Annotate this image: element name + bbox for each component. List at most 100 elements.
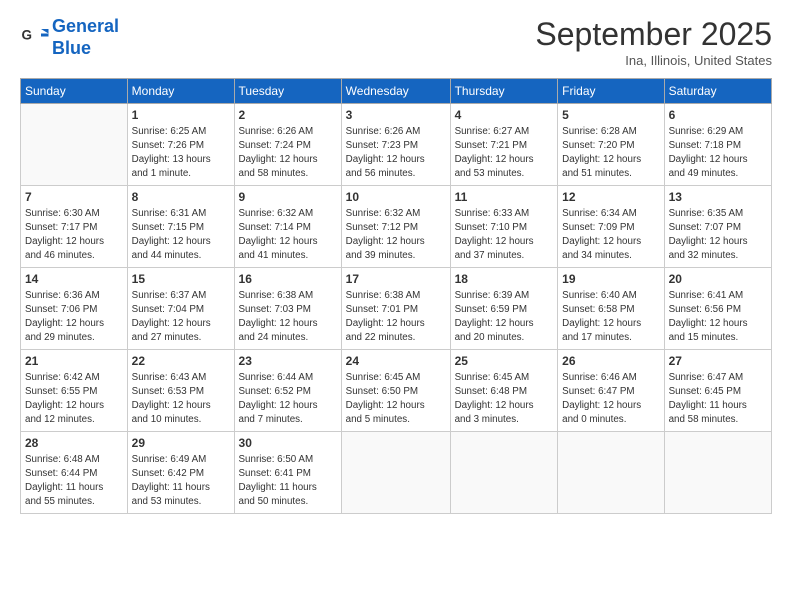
- day-info: Sunrise: 6:26 AM Sunset: 7:24 PM Dayligh…: [239, 125, 337, 182]
- calendar-cell: 30Sunrise: 6:50 AM Sunset: 6:41 PM Dayli…: [234, 432, 341, 514]
- svg-text:G: G: [22, 27, 33, 42]
- day-number: 8: [132, 189, 230, 206]
- day-info: Sunrise: 6:35 AM Sunset: 7:07 PM Dayligh…: [669, 207, 767, 264]
- month-title: September 2025: [535, 16, 772, 53]
- day-info: Sunrise: 6:33 AM Sunset: 7:10 PM Dayligh…: [455, 207, 554, 264]
- calendar-header-row: SundayMondayTuesdayWednesdayThursdayFrid…: [21, 79, 772, 104]
- day-info: Sunrise: 6:38 AM Sunset: 7:01 PM Dayligh…: [346, 289, 446, 346]
- calendar-cell: [664, 432, 771, 514]
- day-number: 17: [346, 271, 446, 288]
- day-info: Sunrise: 6:40 AM Sunset: 6:58 PM Dayligh…: [562, 289, 659, 346]
- day-info: Sunrise: 6:47 AM Sunset: 6:45 PM Dayligh…: [669, 371, 767, 428]
- calendar-week-1: 7Sunrise: 6:30 AM Sunset: 7:17 PM Daylig…: [21, 186, 772, 268]
- day-number: 9: [239, 189, 337, 206]
- day-number: 20: [669, 271, 767, 288]
- calendar-cell: 19Sunrise: 6:40 AM Sunset: 6:58 PM Dayli…: [558, 268, 664, 350]
- header: G General Blue September 2025 Ina, Illin…: [20, 16, 772, 68]
- calendar-cell: 3Sunrise: 6:26 AM Sunset: 7:23 PM Daylig…: [341, 104, 450, 186]
- day-info: Sunrise: 6:48 AM Sunset: 6:44 PM Dayligh…: [25, 453, 123, 510]
- page: G General Blue September 2025 Ina, Illin…: [0, 0, 792, 612]
- calendar-week-4: 28Sunrise: 6:48 AM Sunset: 6:44 PM Dayli…: [21, 432, 772, 514]
- day-info: Sunrise: 6:28 AM Sunset: 7:20 PM Dayligh…: [562, 125, 659, 182]
- day-info: Sunrise: 6:32 AM Sunset: 7:12 PM Dayligh…: [346, 207, 446, 264]
- calendar-header-monday: Monday: [127, 79, 234, 104]
- day-number: 11: [455, 189, 554, 206]
- day-number: 23: [239, 353, 337, 370]
- day-info: Sunrise: 6:46 AM Sunset: 6:47 PM Dayligh…: [562, 371, 659, 428]
- day-info: Sunrise: 6:27 AM Sunset: 7:21 PM Dayligh…: [455, 125, 554, 182]
- calendar-week-2: 14Sunrise: 6:36 AM Sunset: 7:06 PM Dayli…: [21, 268, 772, 350]
- day-info: Sunrise: 6:39 AM Sunset: 6:59 PM Dayligh…: [455, 289, 554, 346]
- day-info: Sunrise: 6:37 AM Sunset: 7:04 PM Dayligh…: [132, 289, 230, 346]
- calendar-cell: 23Sunrise: 6:44 AM Sunset: 6:52 PM Dayli…: [234, 350, 341, 432]
- calendar-header-thursday: Thursday: [450, 79, 558, 104]
- day-number: 18: [455, 271, 554, 288]
- day-number: 21: [25, 353, 123, 370]
- day-info: Sunrise: 6:30 AM Sunset: 7:17 PM Dayligh…: [25, 207, 123, 264]
- day-number: 2: [239, 107, 337, 124]
- calendar-header-friday: Friday: [558, 79, 664, 104]
- calendar-header-saturday: Saturday: [664, 79, 771, 104]
- day-info: Sunrise: 6:34 AM Sunset: 7:09 PM Dayligh…: [562, 207, 659, 264]
- day-info: Sunrise: 6:25 AM Sunset: 7:26 PM Dayligh…: [132, 125, 230, 182]
- day-info: Sunrise: 6:26 AM Sunset: 7:23 PM Dayligh…: [346, 125, 446, 182]
- day-info: Sunrise: 6:45 AM Sunset: 6:48 PM Dayligh…: [455, 371, 554, 428]
- calendar-cell: 25Sunrise: 6:45 AM Sunset: 6:48 PM Dayli…: [450, 350, 558, 432]
- calendar-cell: 2Sunrise: 6:26 AM Sunset: 7:24 PM Daylig…: [234, 104, 341, 186]
- logo: G General Blue: [20, 16, 119, 59]
- day-number: 29: [132, 435, 230, 452]
- calendar-cell: 16Sunrise: 6:38 AM Sunset: 7:03 PM Dayli…: [234, 268, 341, 350]
- day-info: Sunrise: 6:32 AM Sunset: 7:14 PM Dayligh…: [239, 207, 337, 264]
- calendar-cell: 9Sunrise: 6:32 AM Sunset: 7:14 PM Daylig…: [234, 186, 341, 268]
- calendar-cell: 27Sunrise: 6:47 AM Sunset: 6:45 PM Dayli…: [664, 350, 771, 432]
- calendar-cell: 15Sunrise: 6:37 AM Sunset: 7:04 PM Dayli…: [127, 268, 234, 350]
- calendar-cell: [341, 432, 450, 514]
- calendar-cell: 6Sunrise: 6:29 AM Sunset: 7:18 PM Daylig…: [664, 104, 771, 186]
- calendar-header-tuesday: Tuesday: [234, 79, 341, 104]
- day-info: Sunrise: 6:44 AM Sunset: 6:52 PM Dayligh…: [239, 371, 337, 428]
- calendar-cell: 1Sunrise: 6:25 AM Sunset: 7:26 PM Daylig…: [127, 104, 234, 186]
- day-number: 4: [455, 107, 554, 124]
- calendar-week-3: 21Sunrise: 6:42 AM Sunset: 6:55 PM Dayli…: [21, 350, 772, 432]
- calendar-cell: 7Sunrise: 6:30 AM Sunset: 7:17 PM Daylig…: [21, 186, 128, 268]
- day-number: 15: [132, 271, 230, 288]
- day-number: 28: [25, 435, 123, 452]
- logo-general: General: [52, 16, 119, 36]
- day-number: 16: [239, 271, 337, 288]
- calendar-header-sunday: Sunday: [21, 79, 128, 104]
- day-info: Sunrise: 6:45 AM Sunset: 6:50 PM Dayligh…: [346, 371, 446, 428]
- day-number: 13: [669, 189, 767, 206]
- day-number: 30: [239, 435, 337, 452]
- day-info: Sunrise: 6:41 AM Sunset: 6:56 PM Dayligh…: [669, 289, 767, 346]
- calendar-week-0: 1Sunrise: 6:25 AM Sunset: 7:26 PM Daylig…: [21, 104, 772, 186]
- calendar-cell: [450, 432, 558, 514]
- calendar-cell: [21, 104, 128, 186]
- day-number: 24: [346, 353, 446, 370]
- day-number: 7: [25, 189, 123, 206]
- day-number: 1: [132, 107, 230, 124]
- calendar-cell: 13Sunrise: 6:35 AM Sunset: 7:07 PM Dayli…: [664, 186, 771, 268]
- day-info: Sunrise: 6:36 AM Sunset: 7:06 PM Dayligh…: [25, 289, 123, 346]
- calendar-cell: 22Sunrise: 6:43 AM Sunset: 6:53 PM Dayli…: [127, 350, 234, 432]
- calendar-table: SundayMondayTuesdayWednesdayThursdayFrid…: [20, 78, 772, 514]
- day-number: 27: [669, 353, 767, 370]
- calendar-cell: 29Sunrise: 6:49 AM Sunset: 6:42 PM Dayli…: [127, 432, 234, 514]
- day-info: Sunrise: 6:29 AM Sunset: 7:18 PM Dayligh…: [669, 125, 767, 182]
- logo-blue: Blue: [52, 38, 91, 58]
- location: Ina, Illinois, United States: [535, 53, 772, 68]
- calendar-cell: 5Sunrise: 6:28 AM Sunset: 7:20 PM Daylig…: [558, 104, 664, 186]
- day-number: 22: [132, 353, 230, 370]
- day-number: 25: [455, 353, 554, 370]
- calendar-cell: 14Sunrise: 6:36 AM Sunset: 7:06 PM Dayli…: [21, 268, 128, 350]
- calendar-cell: 11Sunrise: 6:33 AM Sunset: 7:10 PM Dayli…: [450, 186, 558, 268]
- day-info: Sunrise: 6:49 AM Sunset: 6:42 PM Dayligh…: [132, 453, 230, 510]
- day-info: Sunrise: 6:43 AM Sunset: 6:53 PM Dayligh…: [132, 371, 230, 428]
- calendar-cell: 24Sunrise: 6:45 AM Sunset: 6:50 PM Dayli…: [341, 350, 450, 432]
- calendar-cell: 4Sunrise: 6:27 AM Sunset: 7:21 PM Daylig…: [450, 104, 558, 186]
- day-number: 5: [562, 107, 659, 124]
- day-info: Sunrise: 6:38 AM Sunset: 7:03 PM Dayligh…: [239, 289, 337, 346]
- calendar-cell: 17Sunrise: 6:38 AM Sunset: 7:01 PM Dayli…: [341, 268, 450, 350]
- day-number: 6: [669, 107, 767, 124]
- day-info: Sunrise: 6:50 AM Sunset: 6:41 PM Dayligh…: [239, 453, 337, 510]
- calendar-cell: 28Sunrise: 6:48 AM Sunset: 6:44 PM Dayli…: [21, 432, 128, 514]
